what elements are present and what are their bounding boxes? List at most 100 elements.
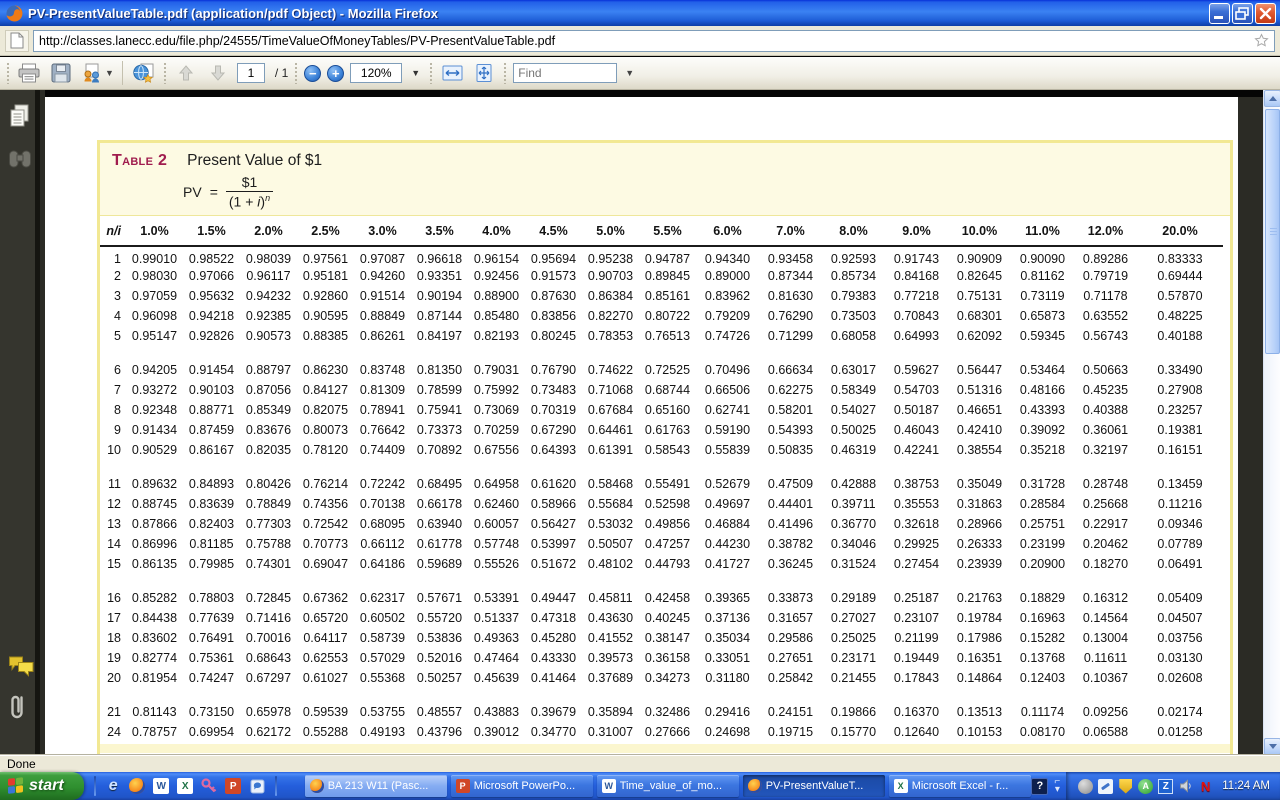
internet-explorer-icon[interactable]: e <box>105 778 122 795</box>
pv-factor-cell: 0.78599 <box>411 380 468 400</box>
share-online-button[interactable] <box>131 60 157 86</box>
comments-panel-icon[interactable] <box>8 655 34 677</box>
find-input-wrap <box>513 63 617 83</box>
pv-factor-cell: 0.35218 <box>1011 440 1074 460</box>
messenger-icon[interactable] <box>249 778 266 795</box>
key-icon[interactable] <box>201 778 218 795</box>
page-number-input[interactable] <box>237 63 265 83</box>
pv-factor-cell: 0.76790 <box>525 360 582 380</box>
pv-factor-cell: 0.49447 <box>525 588 582 608</box>
pv-factor-cell: 0.95632 <box>183 286 240 306</box>
taskbar-button[interactable]: XMicrosoft Excel - r... <box>889 775 1031 797</box>
pv-factor-cell: 0.90703 <box>582 266 639 286</box>
pv-factor-cell: 0.07789 <box>1137 534 1223 554</box>
hidden-icons-toggle[interactable]: ⌐▾ <box>1054 778 1060 794</box>
url-input[interactable] <box>39 34 1254 48</box>
pv-factor-cell: 0.21763 <box>948 588 1011 608</box>
scroll-up-button[interactable] <box>1264 90 1280 107</box>
tray-agent-icon[interactable] <box>1078 779 1093 794</box>
pv-factor-cell: 0.74726 <box>696 326 759 346</box>
pv-factor-cell: 0.32197 <box>1074 440 1137 460</box>
pv-factor-cell: 0.81954 <box>126 668 183 688</box>
zoom-out-button[interactable]: − <box>304 65 321 82</box>
toolbar-grip <box>6 62 10 84</box>
pv-factor-cell: 0.82075 <box>297 400 354 420</box>
tray-z-icon[interactable]: Z <box>1158 779 1173 794</box>
pv-factor-cell: 0.42458 <box>639 588 696 608</box>
zoom-dropdown-arrow[interactable]: ▼ <box>408 63 423 83</box>
tray-antivirus-icon[interactable]: A <box>1138 779 1153 794</box>
scrollbar-thumb[interactable] <box>1265 109 1280 354</box>
pv-factor-cell: 0.85480 <box>468 306 525 326</box>
clock[interactable]: 11:24 AM <box>1222 780 1270 792</box>
tray-n-icon[interactable]: N <box>1198 779 1213 794</box>
fit-width-button[interactable] <box>439 60 465 86</box>
period-cell: 5 <box>100 326 126 346</box>
firefox-quicklaunch-icon[interactable] <box>129 778 146 795</box>
excel-icon: X <box>894 779 908 793</box>
pv-factor-cell: 0.84438 <box>126 608 183 628</box>
taskbar-button[interactable]: PV-PresentValueT... <box>743 775 885 797</box>
vertical-scrollbar[interactable] <box>1263 90 1280 755</box>
table-row: 80.923480.887710.853490.820750.789410.75… <box>100 400 1223 420</box>
pv-factor-cell: 0.87344 <box>759 266 822 286</box>
find-input[interactable] <box>518 66 612 80</box>
pv-factor-cell: 0.87056 <box>240 380 297 400</box>
tray-volume-icon[interactable] <box>1178 779 1193 794</box>
taskbar-button[interactable]: BA 213 W11 (Pasc... <box>305 775 447 797</box>
pv-factor-cell: 0.49363 <box>468 628 525 648</box>
pv-factor-cell: 0.34046 <box>822 534 885 554</box>
pv-factor-cell: 0.01258 <box>1137 722 1223 742</box>
pv-factor-cell: 0.82035 <box>240 440 297 460</box>
print-button[interactable] <box>16 60 42 86</box>
pv-factor-cell: 0.31657 <box>759 608 822 628</box>
pv-factor-cell: 0.80426 <box>240 474 297 494</box>
word-icon[interactable]: W <box>153 778 170 795</box>
column-header: 20.0% <box>1137 216 1223 246</box>
pv-factor-cell: 0.67556 <box>468 440 525 460</box>
close-button[interactable] <box>1255 3 1276 24</box>
pv-factor-cell: 0.51672 <box>525 554 582 574</box>
pv-factor-cell: 0.38753 <box>885 474 948 494</box>
collaborate-dropdown-arrow[interactable]: ▼ <box>105 68 114 78</box>
next-page-button[interactable] <box>205 60 231 86</box>
fit-page-button[interactable] <box>471 60 497 86</box>
find-dropdown-arrow[interactable]: ▼ <box>625 68 634 78</box>
zoom-level-value[interactable]: 120% <box>350 63 402 83</box>
excel-icon[interactable]: X <box>177 778 194 795</box>
zoom-in-button[interactable]: + <box>327 65 344 82</box>
start-button[interactable]: start <box>0 772 84 800</box>
restore-button[interactable] <box>1232 3 1253 24</box>
pv-factor-cell: 0.39679 <box>525 702 582 722</box>
pv-factor-cell: 0.72242 <box>354 474 411 494</box>
column-header: 7.0% <box>759 216 822 246</box>
pv-factor-cell: 0.54703 <box>885 380 948 400</box>
previous-page-button[interactable] <box>173 60 199 86</box>
table-row: 40.960980.942180.923850.905950.888490.87… <box>100 306 1223 326</box>
attachments-panel-icon[interactable] <box>8 691 28 723</box>
scroll-down-button[interactable] <box>1264 738 1280 755</box>
pv-factor-cell: 0.59345 <box>1011 326 1074 346</box>
save-button[interactable] <box>48 60 74 86</box>
pv-factor-cell: 0.51316 <box>948 380 1011 400</box>
pv-factor-cell: 0.43393 <box>1011 400 1074 420</box>
pv-factor-cell: 0.52679 <box>696 474 759 494</box>
pages-panel-icon[interactable] <box>8 104 32 130</box>
collaborate-button[interactable]: ▼ <box>80 60 114 86</box>
pv-factor-cell: 0.81162 <box>1011 266 1074 286</box>
help-icon[interactable]: ? <box>1031 778 1048 795</box>
taskbar-button[interactable]: WTime_value_of_mo... <box>597 775 739 797</box>
tray-shield-icon[interactable] <box>1118 779 1133 794</box>
pv-factor-cell: 0.83333 <box>1137 246 1223 266</box>
bookmark-star-icon[interactable] <box>1254 33 1269 48</box>
pv-factor-cell: 0.44793 <box>639 554 696 574</box>
binoculars-panel-icon[interactable] <box>8 148 32 170</box>
taskbar-button[interactable]: PMicrosoft PowerPo... <box>451 775 593 797</box>
pv-factor-cell: 0.33873 <box>759 588 822 608</box>
minimize-button[interactable] <box>1209 3 1230 24</box>
pv-factor-cell: 0.62553 <box>297 648 354 668</box>
tray-tools-icon[interactable] <box>1098 779 1113 794</box>
pv-factor-cell: 0.53032 <box>582 514 639 534</box>
powerpoint-icon[interactable]: P <box>225 778 242 795</box>
pv-factor-cell: 0.95694 <box>525 246 582 266</box>
